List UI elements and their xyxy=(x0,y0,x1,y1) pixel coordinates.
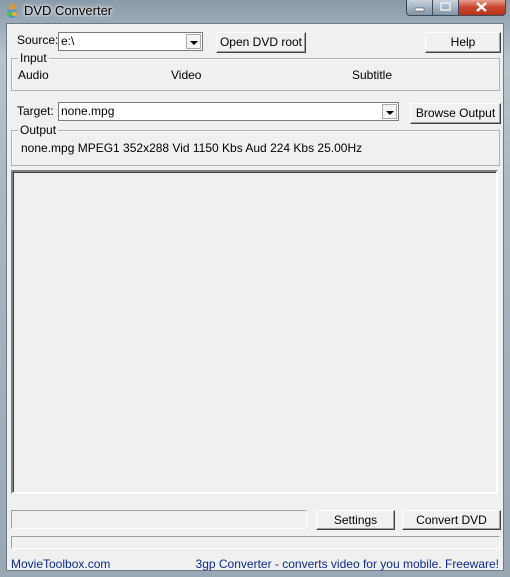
output-group: Output none.mpg MPEG1 352x288 Vid 1150 K… xyxy=(11,123,500,166)
chevron-down-icon[interactable] xyxy=(382,104,397,119)
minimize-button[interactable] xyxy=(406,0,433,16)
log-listbox[interactable] xyxy=(11,170,498,494)
source-label: Source: xyxy=(17,33,59,47)
source-value: e:\ xyxy=(61,34,75,48)
convert-dvd-button[interactable]: Convert DVD xyxy=(402,510,501,530)
app-window: DVD Converter Source: e:\ Open DVD root … xyxy=(0,0,510,577)
input-legend: Input xyxy=(18,51,49,65)
browse-output-button[interactable]: Browse Output xyxy=(410,103,501,124)
title-bar[interactable]: DVD Converter xyxy=(0,0,510,22)
progress-bar xyxy=(11,536,500,549)
maximize-button[interactable] xyxy=(433,0,459,16)
target-combobox[interactable]: none.mpg xyxy=(58,102,399,121)
video-label: Video xyxy=(171,68,202,82)
app-icon xyxy=(7,4,17,18)
client-area: Source: e:\ Open DVD root Help Input Aud… xyxy=(6,23,504,571)
output-info: none.mpg MPEG1 352x288 Vid 1150 Kbs Aud … xyxy=(21,141,363,155)
help-button[interactable]: Help xyxy=(425,32,501,53)
target-value: none.mpg xyxy=(61,104,115,118)
close-icon xyxy=(476,2,487,12)
input-group: Input Audio Video Subtitle xyxy=(11,51,500,91)
minimize-icon xyxy=(414,7,425,12)
movietoolbox-link[interactable]: MovieToolbox.com xyxy=(11,557,110,571)
subtitle-label: Subtitle xyxy=(352,68,393,82)
window-title: DVD Converter xyxy=(24,3,113,18)
maximize-icon xyxy=(440,2,451,11)
close-button[interactable] xyxy=(459,0,506,16)
target-label: Target: xyxy=(17,104,54,118)
3gp-converter-link[interactable]: 3gp Converter - converts video for you m… xyxy=(196,557,499,571)
audio-label: Audio xyxy=(18,68,49,82)
settings-button[interactable]: Settings xyxy=(316,510,395,530)
open-dvd-root-button[interactable]: Open DVD root xyxy=(216,32,306,53)
source-combobox[interactable]: e:\ xyxy=(58,32,203,51)
chevron-down-icon[interactable] xyxy=(186,34,201,49)
status-field xyxy=(11,510,307,529)
output-legend: Output xyxy=(18,123,59,137)
